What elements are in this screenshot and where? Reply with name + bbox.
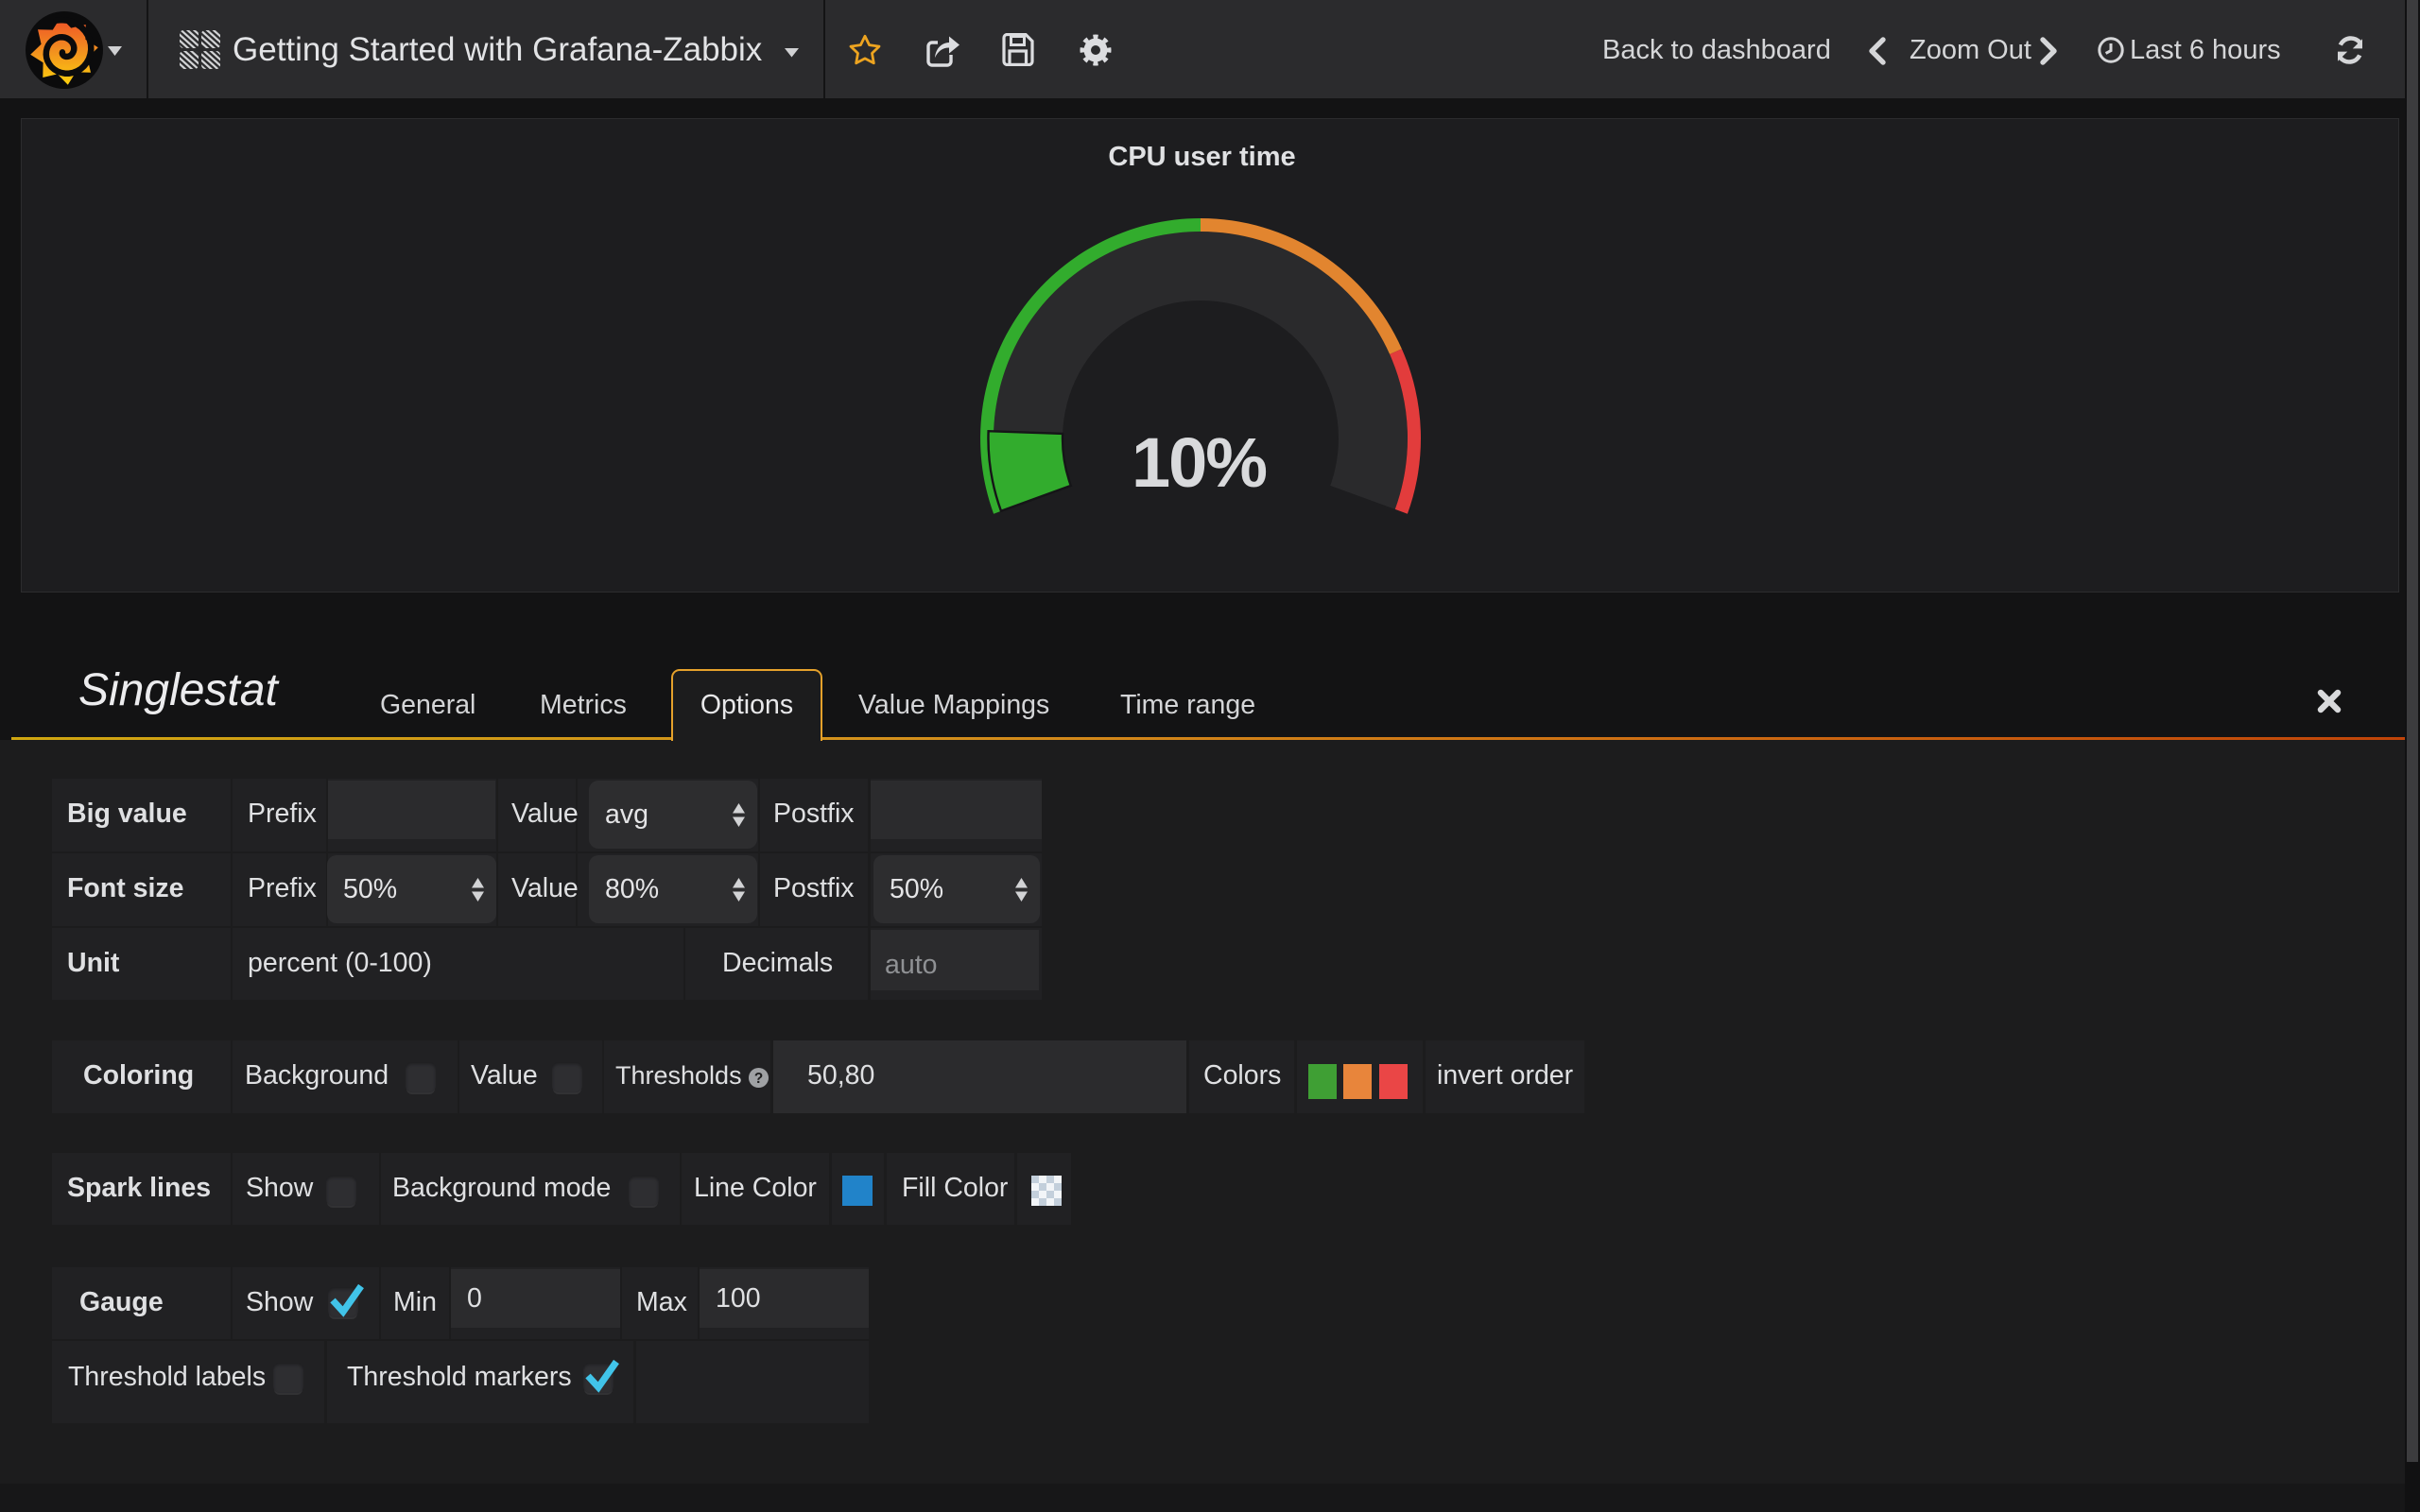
svg-text:?: ? [754, 1071, 763, 1087]
